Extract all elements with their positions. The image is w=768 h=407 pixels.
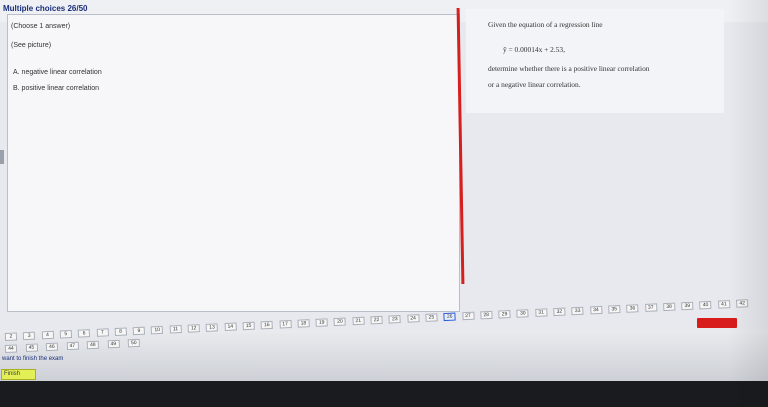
question-nav-button[interactable]: 6 bbox=[77, 329, 91, 338]
question-nav-button[interactable]: 28 bbox=[480, 310, 493, 320]
question-nav-button[interactable]: 33 bbox=[571, 306, 584, 316]
question-nav-button[interactable]: 13 bbox=[205, 323, 219, 332]
question-nav-button[interactable]: 26 bbox=[443, 312, 456, 322]
question-nav-button[interactable]: 25 bbox=[425, 313, 438, 322]
question-nav-button[interactable]: 35 bbox=[608, 305, 621, 314]
footer-area bbox=[0, 330, 768, 381]
question-nav-button[interactable]: 39 bbox=[681, 301, 694, 311]
question-nav-button[interactable]: 23 bbox=[388, 315, 402, 324]
question-nav-button[interactable]: 48 bbox=[86, 340, 100, 350]
question-nav-button[interactable]: 14 bbox=[224, 322, 237, 332]
question-nav-button[interactable]: 3 bbox=[23, 331, 36, 341]
question-nav-button[interactable]: 31 bbox=[534, 308, 548, 317]
question-nav-button[interactable]: 46 bbox=[45, 342, 59, 352]
question-nav-button[interactable]: 12 bbox=[187, 324, 200, 333]
question-title: Multiple choices 26/50 bbox=[3, 4, 88, 13]
question-nav-button[interactable]: 21 bbox=[352, 316, 365, 326]
answer-panel: (Choose 1 answer) (See picture) A. negat… bbox=[7, 14, 460, 312]
option-a[interactable]: A. negative linear correlation bbox=[13, 69, 102, 76]
question-nav-button[interactable]: 11 bbox=[169, 324, 182, 334]
question-line-1: Given the equation of a regression line bbox=[488, 20, 603, 29]
instruction-text: (Choose 1 answer) bbox=[11, 23, 71, 30]
question-nav-button[interactable]: 7 bbox=[96, 328, 109, 337]
question-nav-button[interactable]: 22 bbox=[370, 315, 383, 325]
question-nav-button[interactable]: 15 bbox=[242, 321, 255, 331]
question-nav-button[interactable]: 40 bbox=[699, 300, 712, 310]
question-picture: Given the equation of a regression line … bbox=[466, 9, 724, 113]
question-nav-button[interactable]: 37 bbox=[644, 303, 657, 312]
question-nav-button[interactable]: 47 bbox=[66, 341, 79, 351]
question-nav-button[interactable]: 16 bbox=[260, 320, 274, 330]
question-nav-button[interactable]: 8 bbox=[114, 327, 127, 337]
question-nav-button[interactable]: 18 bbox=[297, 319, 310, 328]
question-line-3: or a negative linear correlation. bbox=[488, 80, 581, 89]
question-nav-button[interactable]: 17 bbox=[278, 320, 292, 329]
question-nav-button[interactable]: 19 bbox=[315, 318, 328, 327]
question-nav-button[interactable]: 29 bbox=[498, 310, 511, 319]
question-nav-button[interactable]: 5 bbox=[59, 329, 72, 339]
question-nav-button[interactable]: 27 bbox=[461, 311, 475, 321]
question-line-2: determine whether there is a positive li… bbox=[488, 64, 650, 73]
screen-bezel bbox=[0, 381, 768, 407]
finish-prompt: want to finish the exam bbox=[2, 356, 64, 362]
question-nav-button[interactable]: 10 bbox=[151, 325, 164, 335]
question-nav-button[interactable]: 9 bbox=[132, 326, 146, 336]
question-nav-button[interactable]: 49 bbox=[107, 339, 120, 349]
screen-shade bbox=[728, 0, 768, 407]
question-nav-button[interactable]: 38 bbox=[662, 302, 676, 312]
question-nav-button[interactable]: 44 bbox=[4, 344, 18, 353]
question-nav-button[interactable]: 32 bbox=[553, 307, 566, 317]
question-nav-button[interactable]: 45 bbox=[25, 343, 38, 353]
question-nav-button[interactable]: 30 bbox=[516, 309, 529, 318]
question-nav-button[interactable]: 20 bbox=[333, 317, 347, 327]
left-scroll-handle[interactable] bbox=[0, 150, 4, 164]
option-b[interactable]: B. positive linear correlation bbox=[13, 85, 99, 92]
question-nav-button[interactable]: 34 bbox=[589, 305, 603, 315]
finish-button[interactable]: Finish bbox=[1, 369, 36, 380]
question-nav-button[interactable]: 36 bbox=[626, 304, 639, 313]
question-nav-button[interactable]: 2 bbox=[4, 332, 18, 341]
question-nav-button[interactable]: 24 bbox=[406, 314, 420, 323]
regression-equation: ŷ = 0.00014x + 2.53, bbox=[503, 45, 565, 54]
question-nav-button[interactable]: 50 bbox=[127, 338, 140, 348]
question-nav-button[interactable]: 4 bbox=[41, 330, 54, 340]
see-picture-text: (See picture) bbox=[11, 42, 52, 49]
